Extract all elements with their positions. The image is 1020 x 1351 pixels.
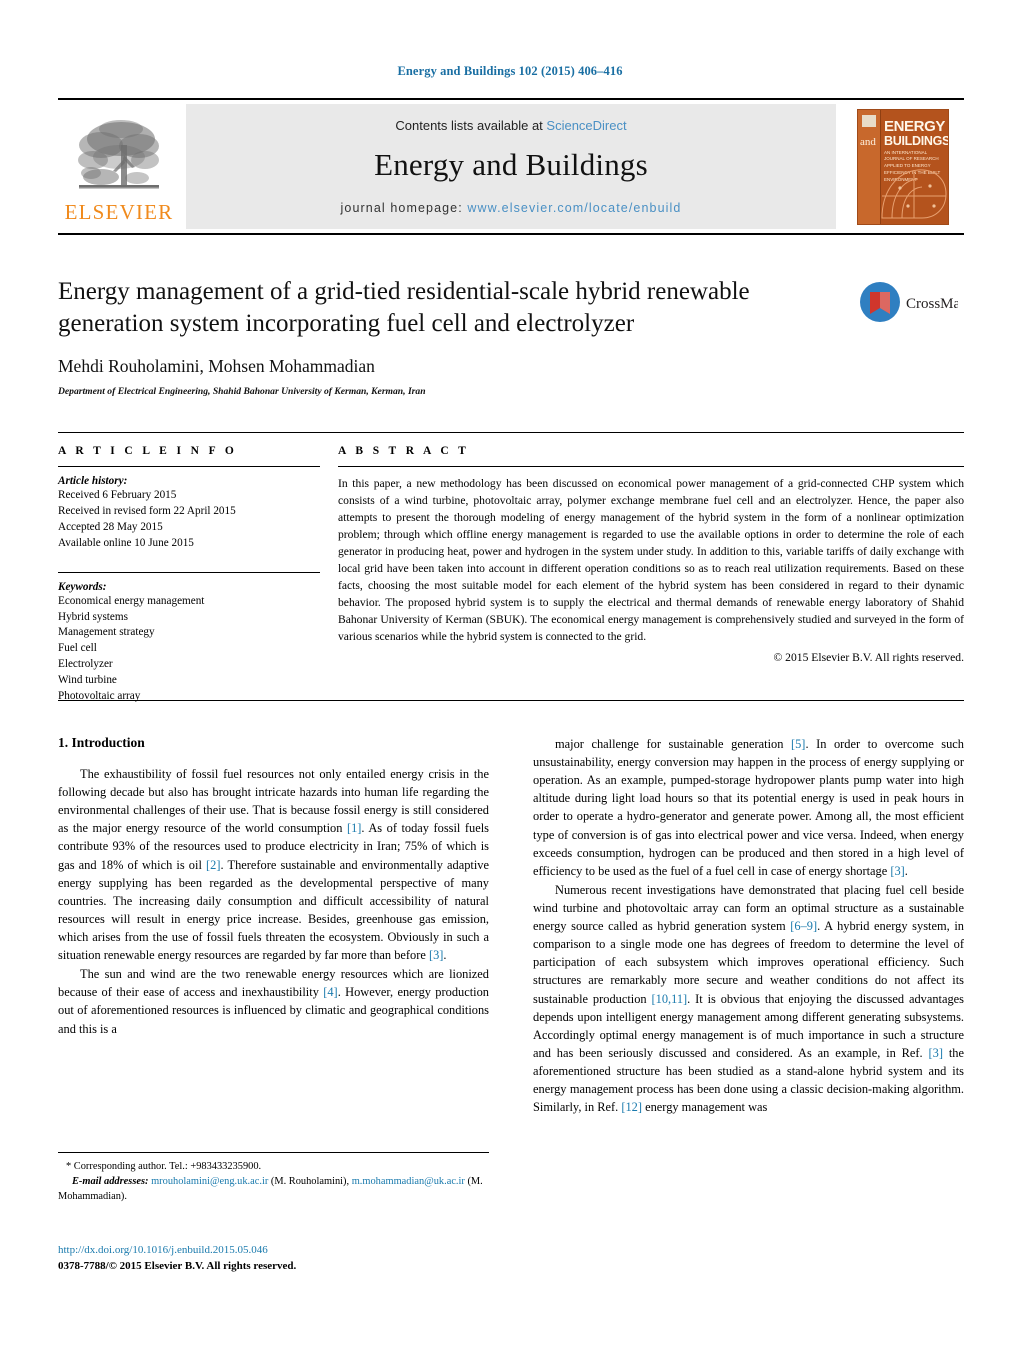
citation-reference[interactable]: [3] — [890, 864, 904, 878]
cover-artwork-icon — [881, 168, 947, 218]
divider-2 — [58, 571, 320, 573]
citation-reference[interactable]: [3] — [429, 948, 443, 962]
abstract-column: A B S T R A C T In this paper, a new met… — [338, 433, 964, 705]
cover-title-and: and — [860, 135, 876, 148]
article-info-label: A R T I C L E I N F O — [58, 445, 238, 457]
citation-reference[interactable]: [12] — [621, 1100, 642, 1114]
citation-reference[interactable]: [2] — [206, 858, 220, 872]
section-heading-introduction: 1. Introduction — [58, 735, 145, 750]
history-accepted: Accepted 28 May 2015 — [58, 520, 163, 533]
contents-available-line: Contents lists available at ScienceDirec… — [395, 118, 626, 133]
info-abstract-band: A R T I C L E I N F O Article history: R… — [58, 432, 964, 705]
email-name-author1: (M. Rouholamini), — [268, 1175, 350, 1187]
affiliation: Department of Electrical Engineering, Sh… — [58, 386, 426, 397]
paragraph: The exhaustibility of fossil fuel resour… — [58, 767, 489, 963]
email-addresses-note: E-mail addresses: mrouholamini@eng.uk.ac… — [58, 1175, 489, 1205]
svg-text:CrossMark: CrossMark — [906, 296, 958, 312]
article-history-title: Article history: — [58, 475, 128, 487]
cover-title-buildings: BUILDINGS — [884, 133, 949, 148]
crossmark-badge[interactable]: CrossMark — [858, 278, 958, 334]
citation-reference[interactable]: [6–9] — [790, 919, 817, 933]
body-column-right: major challenge for sustainable generati… — [533, 735, 964, 1116]
publisher-logo: ELSEVIER — [58, 100, 180, 233]
footnotes: * Corresponding author. Tel.: +983433235… — [58, 1152, 489, 1204]
keyword-item: Electrolyzer — [58, 658, 113, 671]
keyword-item: Hybrid systems — [58, 610, 128, 623]
history-revised: Received in revised form 22 April 2015 — [58, 504, 236, 517]
footer-doi-block: http://dx.doi.org/10.1016/j.enbuild.2015… — [58, 1243, 518, 1275]
journal-homepage-line: journal homepage: www.elsevier.com/locat… — [341, 201, 682, 215]
journal-title: Energy and Buildings — [374, 147, 648, 182]
paragraph: Numerous recent investigations have demo… — [533, 882, 964, 1115]
journal-masthead: ELSEVIER Contents lists available at Sci… — [58, 98, 964, 235]
citation-reference[interactable]: [4] — [323, 985, 337, 999]
email-label: E-mail addresses: — [72, 1175, 149, 1187]
sciencedirect-link[interactable]: ScienceDirect — [546, 118, 626, 133]
cover-title-energy: ENERGY — [884, 117, 945, 135]
article-page: Energy and Buildings 102 (2015) 406–416 — [0, 0, 1020, 1351]
citation-reference[interactable]: [5] — [791, 737, 805, 751]
email-link-author1[interactable]: mrouholamini@eng.uk.ac.ir — [151, 1176, 268, 1187]
keyword-item: Management strategy — [58, 626, 155, 639]
article-info-column: A R T I C L E I N F O Article history: R… — [58, 433, 320, 705]
email-link-author2[interactable]: m.mohammadian@uk.ac.ir — [352, 1176, 465, 1187]
keyword-item: Wind turbine — [58, 674, 117, 687]
doi-link[interactable]: http://dx.doi.org/10.1016/j.enbuild.2015… — [58, 1243, 518, 1259]
history-online: Available online 10 June 2015 — [58, 536, 194, 549]
abstract-text: In this paper, a new methodology has bee… — [338, 477, 964, 644]
author-list: Mehdi Rouholamini, Mohsen Mohammadian — [58, 356, 848, 377]
title-block: Energy management of a grid-tied residen… — [58, 276, 848, 397]
divider — [58, 466, 320, 467]
page-title: Energy management of a grid-tied residen… — [58, 278, 750, 337]
homepage-label: journal homepage: — [340, 201, 463, 215]
issn-copyright: 0378-7788/© 2015 Elsevier B.V. All right… — [58, 1259, 297, 1272]
journal-cover-thumbnail: ENERGY and BUILDINGS AN INTERNATIONAL JO… — [842, 100, 964, 233]
contents-prefix: Contents lists available at — [395, 118, 547, 133]
keyword-item: Fuel cell — [58, 642, 97, 655]
corresponding-author-note: * Corresponding author. Tel.: +983433235… — [66, 1161, 262, 1172]
cover-publisher-mark — [862, 114, 876, 127]
history-received: Received 6 February 2015 — [58, 489, 177, 501]
author-names: Mehdi Rouholamini, Mohsen Mohammadian — [58, 356, 375, 376]
keyword-item: Economical energy management — [58, 594, 205, 607]
masthead-center: Contents lists available at ScienceDirec… — [186, 104, 836, 229]
citation-reference[interactable]: [10,11] — [652, 992, 688, 1006]
keywords-title: Keywords: — [58, 580, 107, 593]
crossmark-icon[interactable]: CrossMark — [858, 278, 958, 330]
homepage-url[interactable]: www.elsevier.com/locate/enbuild — [467, 201, 681, 215]
abstract-label: A B S T R A C T — [338, 445, 470, 457]
abstract-copyright: © 2015 Elsevier B.V. All rights reserved… — [773, 651, 964, 665]
citation-reference[interactable]: [3] — [929, 1046, 943, 1060]
body-column-left: 1. Introduction The exhaustibility of fo… — [58, 735, 489, 1116]
elsevier-tree-icon — [78, 119, 159, 189]
elsevier-wordmark: ELSEVIER — [64, 199, 174, 224]
citation-reference[interactable]: [1] — [347, 821, 361, 835]
cover-image: ENERGY and BUILDINGS AN INTERNATIONAL JO… — [857, 108, 949, 225]
paragraph: major challenge for sustainable generati… — [533, 737, 965, 878]
paragraph: The sun and wind are the two renewable e… — [58, 967, 489, 1036]
divider-3 — [338, 466, 964, 467]
running-head: Energy and Buildings 102 (2015) 406–416 — [397, 64, 623, 78]
